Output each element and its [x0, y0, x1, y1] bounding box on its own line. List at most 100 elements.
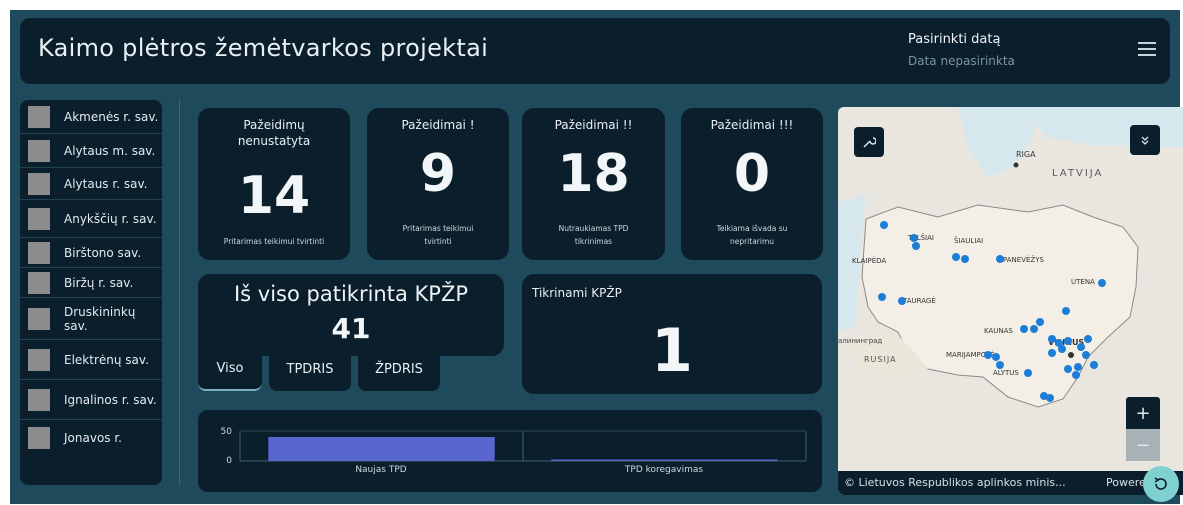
hamburger-menu-icon[interactable]	[1138, 42, 1156, 56]
map-tools-icon[interactable]	[854, 127, 884, 157]
project-marker[interactable]	[1074, 363, 1082, 371]
stat-card-violations-1[interactable]: Pažeidimai ! 9 Pritarimas teikimui tvirt…	[367, 108, 509, 260]
bar-tpd-koregavimas[interactable]	[551, 459, 778, 462]
project-marker[interactable]	[1077, 343, 1085, 351]
project-marker[interactable]	[984, 351, 992, 359]
project-marker[interactable]	[880, 221, 888, 229]
checkbox-square[interactable]	[28, 388, 50, 411]
bar-chart-card: 50 0 Naujas TPD TPD koregavimas	[198, 410, 822, 492]
municipality-list: Akmenės r. sav. Alytaus m. sav. Alytaus …	[20, 100, 162, 485]
municipality-label: Alytaus r. sav.	[64, 176, 148, 191]
date-picker-value[interactable]: Data nepasirinkta	[908, 54, 1015, 68]
project-marker[interactable]	[1062, 307, 1070, 315]
project-marker[interactable]	[1064, 337, 1072, 345]
checkbox-square[interactable]	[28, 139, 50, 162]
stat-card-title: Pažeidimai !!!	[710, 118, 794, 132]
stat-card-violations-2[interactable]: Pažeidimai !! 18 Nutraukiamas TPD tikrin…	[522, 108, 665, 260]
divider	[179, 100, 180, 485]
checkbox-square[interactable]	[28, 427, 50, 449]
checking-card: Tikrinami KPŽP 1	[522, 274, 822, 394]
municipality-label: Anykščių r. sav.	[64, 211, 157, 226]
municipality-item[interactable]: Biržų r. sav.	[20, 268, 162, 298]
project-marker[interactable]	[1082, 351, 1090, 359]
project-marker[interactable]	[1064, 365, 1072, 373]
municipality-label: Druskininkų sav.	[64, 304, 136, 333]
project-marker[interactable]	[878, 293, 886, 301]
checkbox-square[interactable]	[28, 307, 50, 330]
stat-card-subtitle: Pritarimas teikimui tvirtinti	[223, 237, 325, 246]
checkbox-square[interactable]	[28, 105, 50, 128]
project-marker[interactable]	[1048, 335, 1056, 343]
y-tick-label: 0	[226, 456, 232, 466]
municipality-item[interactable]: Jonavos r.	[20, 420, 162, 456]
total-checked-card: Iš viso patikrinta KPŽP 41	[198, 274, 504, 356]
project-marker[interactable]	[952, 253, 960, 261]
checking-value: 1	[651, 316, 693, 386]
project-marker[interactable]	[1024, 369, 1032, 377]
total-checked-label: Iš viso patikrinta KPŽP	[233, 282, 468, 306]
checkbox-square[interactable]	[28, 271, 50, 294]
project-marker[interactable]	[992, 353, 1000, 361]
municipality-item[interactable]: Akmenės r. sav.	[20, 100, 162, 134]
checkbox-square[interactable]	[28, 172, 50, 195]
municipality-item[interactable]: Ignalinos r. sav.	[20, 380, 162, 420]
checkbox-square[interactable]	[28, 348, 50, 371]
project-marker[interactable]	[996, 361, 1004, 369]
zoom-in-button[interactable]: +	[1126, 397, 1160, 429]
project-marker[interactable]	[1058, 345, 1066, 353]
map-label-kaliningrad: алининград	[838, 337, 882, 345]
bar-naujas-tpd[interactable]	[268, 437, 495, 461]
zoom-out-button[interactable]: −	[1126, 429, 1160, 461]
checkbox-square[interactable]	[28, 207, 50, 230]
date-picker-label[interactable]: Pasirinkti datą	[908, 32, 1000, 47]
municipality-item[interactable]: Anykščių r. sav.	[20, 200, 162, 238]
stat-card-title: Pažeidimų nenustatyta	[237, 118, 311, 148]
project-marker[interactable]	[910, 234, 918, 242]
project-marker[interactable]	[961, 255, 969, 263]
bar-chart: 50 0 Naujas TPD TPD koregavimas	[221, 427, 807, 475]
municipality-item[interactable]: Alytaus r. sav.	[20, 168, 162, 200]
project-marker[interactable]	[1090, 361, 1098, 369]
map-label-alytus: ALYTUS	[993, 369, 1019, 377]
municipality-item[interactable]: Elektrėnų sav.	[20, 340, 162, 380]
map-label-rusija: RUSIJA	[864, 355, 897, 364]
stat-card-violations-3[interactable]: Pažeidimai !!! 0 Teikiama išvada su nepr…	[681, 108, 823, 260]
refresh-icon[interactable]	[1143, 466, 1179, 502]
stat-card-value: 14	[237, 166, 311, 226]
map-label-siauliai: ŠIAULIAI	[954, 236, 983, 245]
stat-card-subtitle: Pritarimas teikimui tvirtinti	[402, 224, 474, 246]
project-marker[interactable]	[1046, 394, 1054, 402]
x-tick-label: Naujas TPD	[355, 465, 406, 475]
project-marker[interactable]	[912, 242, 920, 250]
project-marker[interactable]	[1072, 371, 1080, 379]
project-marker[interactable]	[898, 297, 906, 305]
project-marker[interactable]	[1048, 349, 1056, 357]
map-attribution: © Lietuvos Respublikos aplinkos minis...…	[838, 471, 1183, 495]
checking-label: Tikrinami KPŽP	[532, 286, 622, 300]
municipality-item[interactable]: Alytaus m. sav.	[20, 134, 162, 168]
map-view[interactable]: LATVIJA RIGA KLAIPĖDA TELŠIAI ŠIAULIAI P…	[838, 107, 1183, 495]
project-marker[interactable]	[1030, 325, 1038, 333]
municipality-label: Jonavos r.	[64, 431, 122, 445]
municipality-label: Elektrėnų sav.	[64, 352, 149, 367]
checkbox-square[interactable]	[28, 241, 50, 264]
municipality-item[interactable]: Birštono sav.	[20, 238, 162, 268]
stat-card-value: 9	[419, 144, 457, 204]
map-label-latvija: LATVIJA	[1052, 168, 1103, 179]
stat-card-title: Pažeidimai !!	[554, 118, 633, 132]
expand-chevron-icon[interactable]	[1130, 125, 1160, 155]
tab-viso[interactable]: Viso	[198, 347, 262, 391]
municipality-label: Akmenės r. sav.	[64, 109, 159, 124]
project-marker[interactable]	[996, 255, 1004, 263]
project-marker[interactable]	[1098, 279, 1106, 287]
tab-tpdris[interactable]: TPDRIS	[269, 347, 351, 391]
project-marker[interactable]	[1036, 318, 1044, 326]
header-bar: Kaimo plėtros žemėtvarkos projektai Pasi…	[20, 18, 1170, 84]
stat-card-no-violations[interactable]: Pažeidimų nenustatyta 14 Pritarimas teik…	[198, 108, 350, 260]
project-marker[interactable]	[1084, 335, 1092, 343]
municipality-item[interactable]: Druskininkų sav.	[20, 298, 162, 340]
attribution-text: © Lietuvos Respublikos aplinkos minis...	[844, 476, 1066, 489]
project-marker[interactable]	[1020, 325, 1028, 333]
tab-zpdris[interactable]: ŽPDRIS	[358, 347, 440, 391]
x-tick-label: TPD koregavimas	[624, 465, 703, 475]
